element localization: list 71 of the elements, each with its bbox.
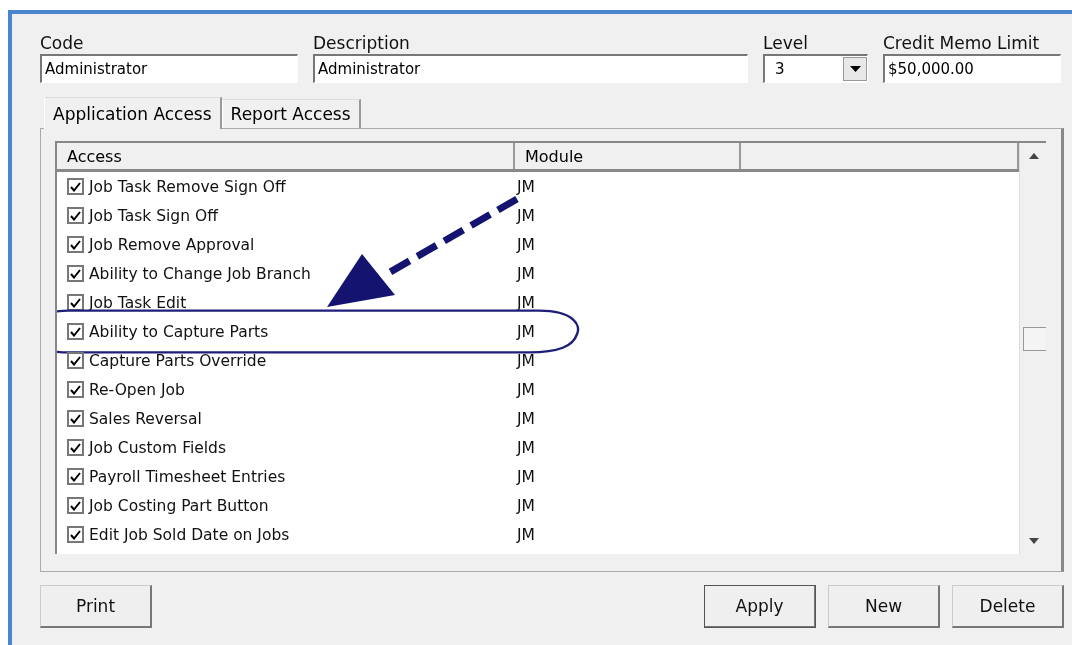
checkbox[interactable] <box>67 468 84 485</box>
scroll-thumb[interactable] <box>1023 327 1046 351</box>
input-field[interactable]: $50,000.00 <box>883 54 1061 83</box>
table-cell-text: Job Task Sign Off <box>89 206 220 225</box>
input-field[interactable]: Administrator <box>40 54 298 83</box>
dropdown-arrow-icon <box>849 66 861 72</box>
checkmark-icon <box>70 442 81 453</box>
checkbox[interactable] <box>67 265 84 282</box>
checkbox[interactable] <box>67 323 84 340</box>
column-header[interactable]: Module <box>515 143 741 169</box>
field-label: Description <box>313 32 411 54</box>
checkbox[interactable] <box>67 178 84 195</box>
table-cell-text: Edit Job Sold Date on Jobs <box>89 525 291 544</box>
table-cell-text: JM <box>517 409 536 428</box>
table-cell-text: Job Task Remove Sign Off <box>89 177 287 196</box>
table-cell-text: Job Remove Approval <box>89 235 256 254</box>
table-cell-text: JM <box>517 438 536 457</box>
table-cell-text: Job Task Edit <box>89 293 188 312</box>
column-header[interactable]: Access <box>57 143 515 169</box>
table-cell-text: Capture Parts Override <box>89 351 268 370</box>
scroll-down-icon[interactable] <box>1029 538 1039 544</box>
dialog-button[interactable]: Apply <box>704 585 816 628</box>
table-cell-text: Sales Reversal <box>89 409 203 428</box>
table-cell-text: JM <box>517 351 536 370</box>
table-cell-text: JM <box>517 496 536 515</box>
checkmark-icon <box>70 210 81 221</box>
checkbox[interactable] <box>67 207 84 224</box>
table-cell-text: JM <box>517 380 536 399</box>
checkbox[interactable] <box>67 381 84 398</box>
table-cell-text: Ability to Capture Parts <box>89 322 270 341</box>
checkmark-icon <box>70 384 81 395</box>
checkmark-icon <box>70 529 81 540</box>
dialog-button[interactable]: Delete <box>952 585 1064 628</box>
checkbox[interactable] <box>67 236 84 253</box>
input-field[interactable]: Administrator <box>313 54 748 83</box>
table-cell-text: JM <box>517 467 536 486</box>
tab[interactable]: Application Access <box>44 97 222 129</box>
table-cell-text: Payroll Timesheet Entries <box>89 467 287 486</box>
checkmark-icon <box>70 297 81 308</box>
table-cell-text: Job Custom Fields <box>89 438 227 457</box>
checkbox[interactable] <box>67 526 84 543</box>
checkbox[interactable] <box>67 497 84 514</box>
dialog-button[interactable]: Print <box>40 585 152 628</box>
field-label: Level <box>763 32 809 54</box>
checkbox[interactable] <box>67 410 84 427</box>
level-dropdown[interactable]: 3 <box>763 54 868 83</box>
checkmark-icon <box>70 500 81 511</box>
table-cell-text: Ability to Change Job Branch <box>89 264 312 283</box>
table-cell-text: JM <box>517 322 536 341</box>
tab[interactable]: Report Access <box>221 99 361 128</box>
checkmark-icon <box>70 355 81 366</box>
checkmark-icon <box>70 413 81 424</box>
checkbox[interactable] <box>67 439 84 456</box>
dialog-button[interactable]: New <box>828 585 940 628</box>
checkmark-icon <box>70 268 81 279</box>
checkmark-icon <box>70 326 81 337</box>
table-cell-text: Job Costing Part Button <box>89 496 270 515</box>
checkbox[interactable] <box>67 352 84 369</box>
scroll-up-icon[interactable] <box>1029 153 1039 159</box>
table-cell-text: JM <box>517 525 536 544</box>
table-cell-text: JM <box>517 206 536 225</box>
table-cell-text: JM <box>517 293 536 312</box>
table-cell-text: Re-Open Job <box>89 380 186 399</box>
field-label: Credit Memo Limit <box>883 32 1041 54</box>
checkmark-icon <box>70 181 81 192</box>
field-label: Code <box>40 32 85 54</box>
table-cell-text: JM <box>517 264 536 283</box>
checkmark-icon <box>70 471 81 482</box>
checkmark-icon <box>70 239 81 250</box>
table-cell-text: JM <box>517 177 536 196</box>
table-cell-text: JM <box>517 235 536 254</box>
